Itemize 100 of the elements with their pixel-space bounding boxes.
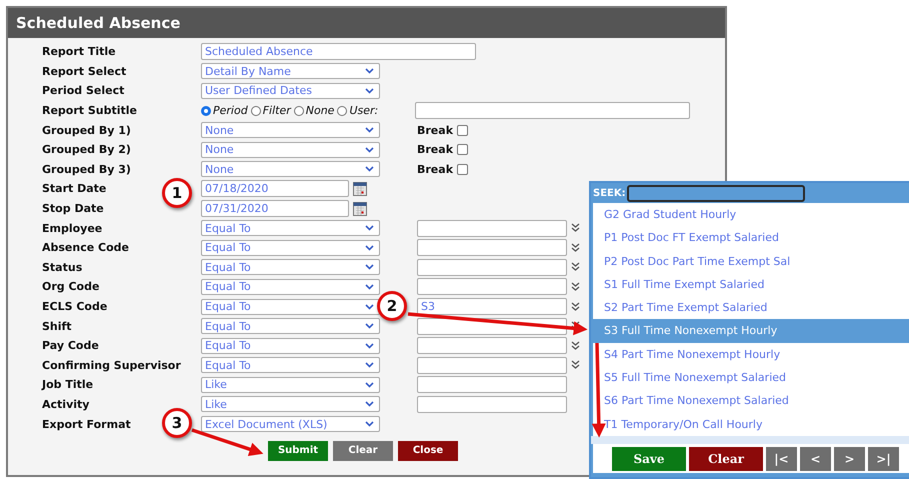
dropdown[interactable]: Equal To [201, 298, 380, 315]
dropdown[interactable]: Like [201, 396, 380, 412]
field-label: Activity [42, 398, 90, 411]
text-field[interactable] [417, 278, 567, 296]
field-label: Report Subtitle [42, 104, 138, 118]
double-chevron-icon[interactable] [571, 340, 580, 351]
dropdown[interactable]: None [201, 161, 380, 178]
dropdown[interactable]: None [201, 122, 380, 138]
chevron-down-icon [365, 304, 374, 310]
field-label: Grouped By 2) [42, 143, 131, 156]
dropdown[interactable]: Equal To [201, 338, 380, 354]
page-button[interactable]: >| [868, 446, 899, 471]
dropdown[interactable]: None [201, 142, 380, 158]
chevron-down-icon [365, 146, 374, 153]
text-field[interactable] [417, 356, 567, 374]
text-field[interactable]: S3 [417, 298, 567, 316]
double-chevron-icon[interactable] [571, 262, 580, 272]
double-chevron-icon[interactable] [571, 302, 580, 312]
chevron-down-icon [365, 401, 374, 408]
chevron-down-icon [365, 264, 374, 270]
field-label: Period Select [42, 84, 124, 98]
chevron-down-icon [365, 342, 374, 349]
checkbox[interactable] [457, 124, 468, 136]
field-label: Start Date [42, 182, 106, 196]
double-chevron-icon[interactable] [571, 223, 580, 234]
dropdown[interactable]: Like [201, 376, 380, 393]
chevron-down-icon [365, 68, 374, 74]
seek-field[interactable] [626, 184, 805, 202]
page-button[interactable]: > [834, 446, 865, 471]
text-field[interactable] [417, 239, 567, 256]
list-item[interactable]: G2 Grad Student Hourly [593, 203, 909, 226]
chevron-down-icon [365, 362, 374, 368]
chevron-down-icon [365, 244, 374, 251]
field-label: Grouped By 3) [42, 162, 131, 176]
field-label: Report Title [42, 45, 116, 58]
dropdown[interactable]: Detail By Name [201, 63, 380, 80]
radio-button[interactable] [337, 106, 348, 116]
field-label: Job Title [42, 378, 94, 392]
list-item[interactable]: S3 Full Time Nonexempt Hourly [593, 319, 909, 343]
checkbox-label: Break [417, 124, 454, 137]
field-label: Shift [42, 320, 72, 333]
list-item[interactable]: T1 Temporary/On Call Hourly [593, 412, 909, 436]
chevron-down-icon [365, 284, 374, 290]
radio-button[interactable] [294, 106, 304, 116]
action-button[interactable]: Submit [268, 440, 328, 461]
date-field[interactable]: 07/18/2020 [201, 180, 349, 198]
chevron-down-icon [365, 421, 374, 428]
seek-label: SEEK: [593, 188, 626, 198]
radio-label: Period [213, 104, 248, 118]
page-button[interactable]: |< [766, 446, 797, 471]
action-button[interactable]: Close [398, 440, 458, 461]
text-field[interactable] [417, 337, 567, 354]
action-button[interactable]: Clear [333, 440, 393, 461]
chevron-down-icon [365, 323, 374, 330]
window-title: Scheduled Absence [8, 8, 725, 38]
radio-button[interactable] [201, 106, 211, 116]
list-item[interactable]: S6 Part Time Nonexempt Salaried [593, 389, 909, 413]
text-field[interactable] [417, 258, 567, 276]
text-field[interactable] [417, 376, 567, 394]
list-item[interactable]: P2 Post Doc Part Time Exempt Sal [593, 250, 909, 273]
dropdown[interactable]: Excel Document (XLS) [201, 416, 380, 432]
field-label: Status [42, 260, 82, 274]
list-item[interactable]: S5 Full Time Nonexempt Salaried [593, 366, 909, 390]
chevron-down-icon [365, 88, 374, 94]
checkbox[interactable] [457, 164, 468, 175]
dropdown[interactable]: Equal To [201, 220, 380, 236]
calendar-icon[interactable] [353, 182, 367, 196]
text-field[interactable] [415, 102, 690, 120]
date-field[interactable]: 07/31/2020 [201, 200, 349, 218]
field-label: Report Select [42, 64, 126, 78]
page-button[interactable]: < [800, 446, 831, 471]
calendar-icon[interactable] [353, 202, 367, 216]
dropdown[interactable]: Equal To [201, 357, 380, 374]
action-button[interactable]: Clear [689, 446, 763, 471]
dropdown[interactable]: Equal To [201, 259, 380, 276]
list-item[interactable]: S1 Full Time Exempt Salaried [593, 272, 909, 296]
field-label: ECLS Code [42, 300, 108, 314]
field-label: Grouped By 1) [42, 124, 131, 137]
double-chevron-icon[interactable] [571, 282, 580, 292]
dropdown[interactable]: Equal To [201, 240, 380, 256]
list-item[interactable]: S4 Part Time Nonexempt Hourly [593, 342, 909, 366]
double-chevron-icon[interactable] [571, 360, 580, 370]
field-label: Export Format [42, 418, 131, 431]
chevron-down-icon [365, 382, 374, 388]
text-field[interactable] [417, 220, 567, 237]
dropdown[interactable]: Equal To [201, 278, 380, 295]
radio-button[interactable] [250, 106, 261, 116]
radio-label: User: [349, 104, 378, 118]
chevron-down-icon [365, 127, 374, 134]
double-chevron-icon[interactable] [571, 242, 580, 253]
dropdown[interactable]: Equal To [201, 318, 380, 334]
field-label: Confirming Supervisor [42, 358, 181, 372]
list-item[interactable]: P1 Post Doc FT Exempt Salaried [593, 226, 909, 250]
text-field[interactable]: Scheduled Absence [201, 43, 476, 60]
action-button[interactable]: Save [612, 446, 686, 471]
field-label: Org Code [42, 280, 100, 294]
list-item[interactable]: S2 Part Time Exempt Salaried [593, 296, 909, 320]
dropdown[interactable]: User Defined Dates [201, 82, 380, 99]
text-field[interactable] [417, 396, 567, 413]
checkbox[interactable] [457, 144, 468, 156]
